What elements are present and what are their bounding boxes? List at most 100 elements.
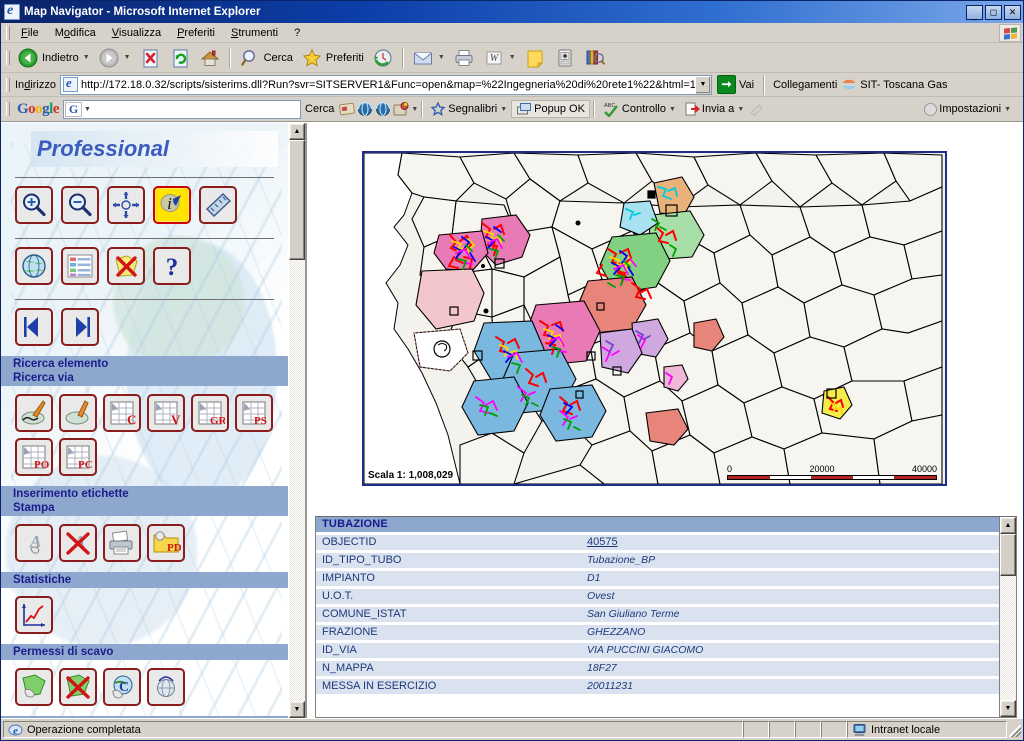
favorites-button[interactable]: Preferiti xyxy=(297,45,368,71)
measure-icon[interactable] xyxy=(199,186,237,224)
messenger-button[interactable]: ✱ xyxy=(550,45,580,71)
permit-query-icon[interactable] xyxy=(147,668,185,706)
refresh-button[interactable] xyxy=(165,45,195,71)
map-viewport[interactable]: Scala 1: 1,008,029 0 20000 40000 xyxy=(362,151,947,486)
field-value-objectid[interactable]: 40575 xyxy=(581,535,999,550)
search-table-c-icon[interactable]: C xyxy=(103,394,141,432)
search-table-po-icon[interactable]: PO xyxy=(15,438,53,476)
table-scrollbar[interactable]: ▲ ▼ xyxy=(999,517,1016,717)
globe-view-icon[interactable] xyxy=(15,247,53,285)
sidebar-scrollbar[interactable]: ▲ ▼ xyxy=(288,123,305,718)
google-news-icon[interactable] xyxy=(338,100,356,118)
menu-strumenti[interactable]: Strumenti xyxy=(223,25,286,41)
settings-dropdown-icon[interactable]: ▼ xyxy=(1004,106,1011,113)
next-view-icon[interactable] xyxy=(61,308,99,346)
forward-dropdown-icon[interactable]: ▼ xyxy=(124,54,131,61)
search-street-icon[interactable] xyxy=(59,394,97,432)
section-header-etichette: Inserimento etichette Stampa xyxy=(1,486,288,516)
forward-button[interactable]: ▼ xyxy=(94,45,135,71)
home-button[interactable] xyxy=(195,45,225,71)
table-scroll-track[interactable] xyxy=(1000,576,1016,700)
statistics-chart-icon[interactable] xyxy=(15,596,53,634)
google-settings-button[interactable]: Impostazioni ▼ xyxy=(920,102,1015,116)
popup-label: Popup OK xyxy=(534,103,585,115)
export-pdf-icon[interactable]: PDF xyxy=(147,524,185,562)
table-scroll-down-button[interactable]: ▼ xyxy=(1000,700,1016,717)
google-options-dropdown-icon[interactable]: ▼ xyxy=(411,106,418,113)
menu-modifica[interactable]: Modifica xyxy=(47,25,104,41)
close-button[interactable]: ✕ xyxy=(1004,4,1021,20)
notes-button[interactable] xyxy=(520,45,550,71)
google-sendto-button[interactable]: Invia a ▼ xyxy=(680,101,748,117)
pan-center-icon[interactable] xyxy=(107,186,145,224)
status-cell-4 xyxy=(821,721,847,738)
sidebar-scroll-track[interactable] xyxy=(289,260,305,701)
table-scroll-thumb[interactable] xyxy=(1000,534,1016,576)
search-table-v-icon[interactable]: V xyxy=(147,394,185,432)
google-globe2-icon[interactable] xyxy=(374,100,392,118)
google-search-button[interactable]: Cerca xyxy=(301,103,338,115)
zoom-in-icon[interactable] xyxy=(15,186,53,224)
history-button[interactable] xyxy=(368,45,398,71)
bookmarks-dropdown-icon[interactable]: ▼ xyxy=(500,106,507,113)
sidebar-scroll-up-button[interactable]: ▲ xyxy=(289,123,305,140)
google-options-icon[interactable] xyxy=(392,100,410,118)
addressbar-gripper[interactable] xyxy=(4,77,10,93)
legend-layers-icon[interactable] xyxy=(61,247,99,285)
send-to-dropdown-icon[interactable]: ▼ xyxy=(737,106,744,113)
minimize-button[interactable]: _ xyxy=(966,4,983,20)
spellcheck-dropdown-icon[interactable]: ▼ xyxy=(669,106,676,113)
delete-permit-icon[interactable] xyxy=(59,668,97,706)
resize-grip[interactable] xyxy=(1007,721,1023,738)
menu-help[interactable]: ? xyxy=(286,25,308,41)
back-dropdown-icon[interactable]: ▼ xyxy=(83,54,90,61)
googlebar-gripper[interactable] xyxy=(4,101,10,117)
settings-circle-icon xyxy=(924,102,938,116)
google-search-dropdown-icon[interactable]: ▼ xyxy=(84,106,91,113)
search-table-ps-icon[interactable]: PS xyxy=(235,394,273,432)
highlighter-icon[interactable] xyxy=(748,101,766,117)
search-table-gr-icon[interactable]: GR xyxy=(191,394,229,432)
search-element-point-icon[interactable] xyxy=(15,394,53,432)
menu-visualizza[interactable]: Visualizza xyxy=(104,25,169,41)
google-search-input[interactable]: G ▼ xyxy=(63,99,302,119)
stop-button[interactable] xyxy=(135,45,165,71)
identify-info-icon[interactable]: i xyxy=(153,186,191,224)
edit-permit-icon[interactable]: C xyxy=(103,668,141,706)
back-button[interactable]: Indietro ▼ xyxy=(13,45,94,71)
search-button[interactable]: Cerca xyxy=(235,45,297,71)
mail-button[interactable]: ▼ xyxy=(408,45,449,71)
google-bookmarks-button[interactable]: Segnalibri ▼ xyxy=(426,101,511,117)
address-dropdown-icon[interactable]: ▼ xyxy=(694,75,711,94)
menu-preferiti[interactable]: Preferiti xyxy=(169,25,223,41)
clear-selection-icon[interactable] xyxy=(107,247,145,285)
address-input[interactable]: http://172.18.0.32/scripts/sisterims.dll… xyxy=(59,74,712,95)
edit-dropdown-icon[interactable]: ▼ xyxy=(509,54,516,61)
delete-label-icon[interactable]: A xyxy=(59,524,97,562)
link-sit-toscana-gas[interactable]: SIT- Toscana Gas xyxy=(841,77,948,93)
toolbar-gripper[interactable] xyxy=(4,50,10,66)
research-button[interactable] xyxy=(580,45,610,71)
new-permit-icon[interactable] xyxy=(15,668,53,706)
zoom-out-icon[interactable] xyxy=(61,186,99,224)
google-globe1-icon[interactable] xyxy=(356,100,374,118)
sidebar-scroll-thumb[interactable] xyxy=(289,140,305,260)
print-button[interactable] xyxy=(449,45,479,71)
print-map-icon[interactable] xyxy=(103,524,141,562)
add-label-icon[interactable]: A xyxy=(15,524,53,562)
go-button[interactable]: ➞ Vai xyxy=(712,74,759,95)
search-table-pc-icon[interactable]: PC xyxy=(59,438,97,476)
help-icon[interactable]: ? xyxy=(153,247,191,285)
svg-text:✱: ✱ xyxy=(562,52,568,60)
status-security-zone[interactable]: Intranet locale xyxy=(847,721,1007,738)
google-popup-button[interactable]: Popup OK xyxy=(511,100,590,118)
table-scroll-up-button[interactable]: ▲ xyxy=(1000,517,1016,534)
menu-file[interactable]: FFileile xyxy=(13,25,47,41)
previous-view-icon[interactable] xyxy=(15,308,53,346)
maximize-button[interactable]: ◻ xyxy=(985,4,1002,20)
menubar-gripper[interactable] xyxy=(4,25,10,41)
sidebar-scroll-down-button[interactable]: ▼ xyxy=(289,701,305,718)
mail-dropdown-icon[interactable]: ▼ xyxy=(438,54,445,61)
google-spellcheck-button[interactable]: ABC Controllo ▼ xyxy=(598,101,680,117)
edit-button[interactable]: W ▼ xyxy=(479,45,520,71)
